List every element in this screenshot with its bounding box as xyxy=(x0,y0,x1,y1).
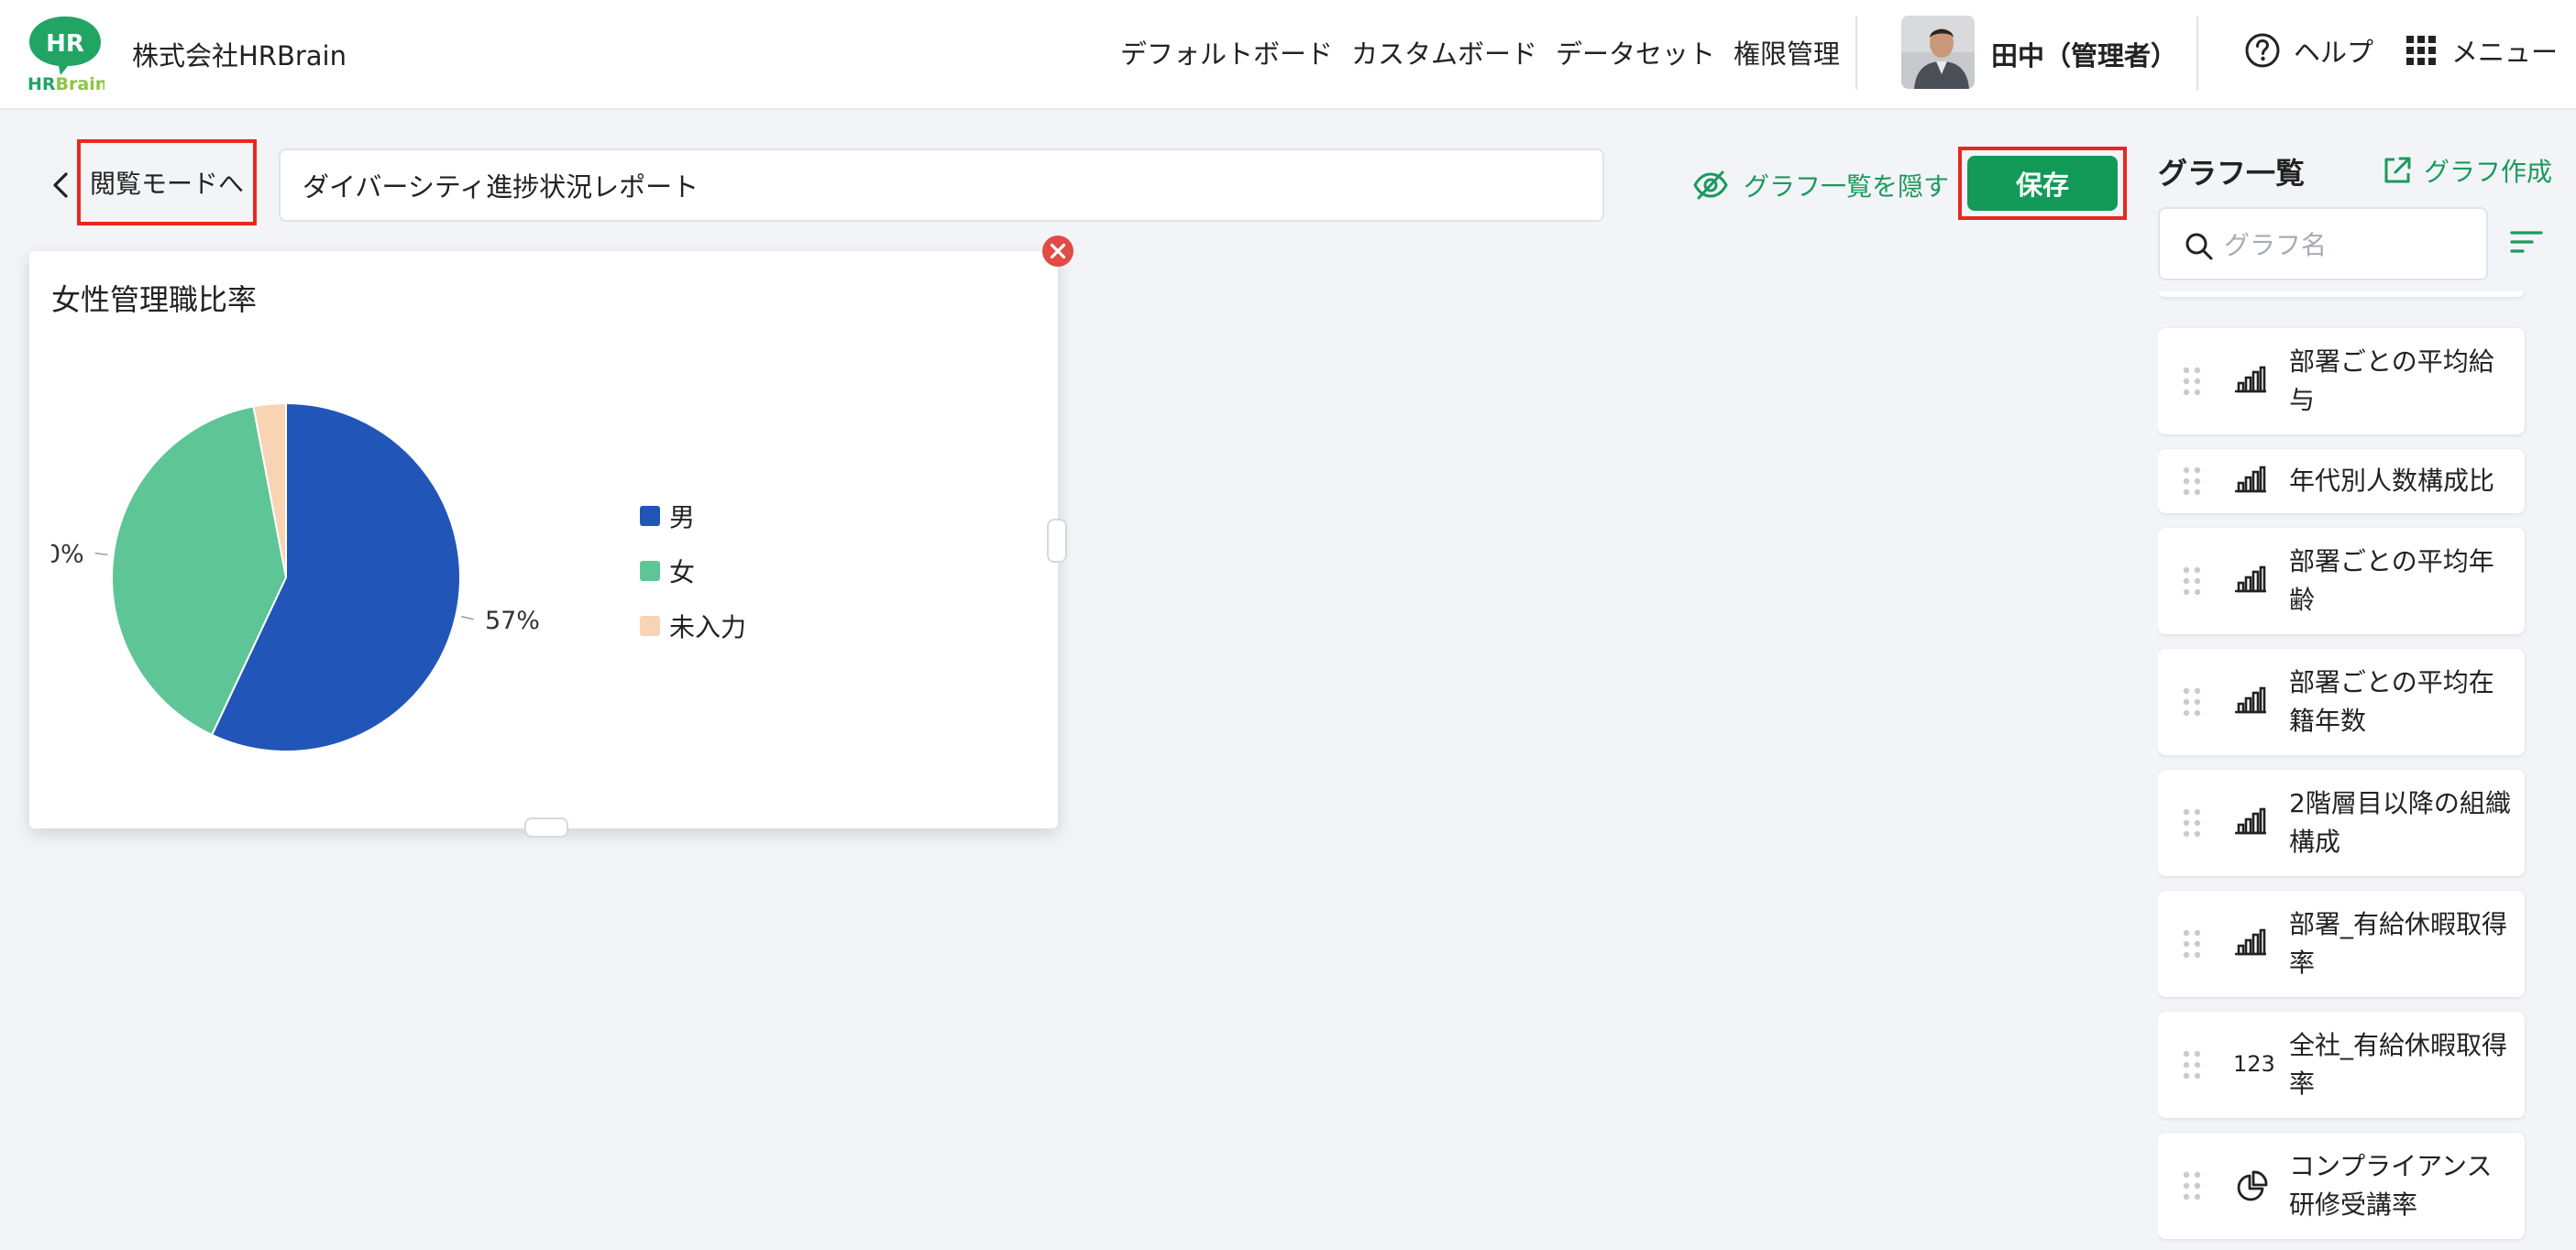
legend-item[interactable]: 未入力 xyxy=(640,612,746,642)
logo-top-text: HR xyxy=(46,30,84,58)
help-label: ヘルプ xyxy=(2294,37,2374,68)
graph-list-item[interactable]: 部署ごとの平均在籍年数 xyxy=(2158,649,2525,755)
legend-swatch xyxy=(640,506,660,526)
legend-label: 未入力 xyxy=(669,612,747,642)
bar-chart-icon xyxy=(2234,928,2267,959)
drag-handle-icon[interactable] xyxy=(2182,686,2202,721)
svg-text:HRBrain: HRBrain xyxy=(28,74,105,93)
user-name[interactable]: 田中（管理者） xyxy=(1991,35,2177,73)
user-avatar-icon xyxy=(1901,16,1975,89)
drag-handle-icon[interactable] xyxy=(2182,1049,2202,1084)
nav-permissions[interactable]: 権限管理 xyxy=(1734,33,1840,71)
nav-custom-board[interactable]: カスタムボード xyxy=(1351,33,1537,71)
bar-chart-icon xyxy=(2234,686,2267,718)
main-nav: デフォルトボード カスタムボード データセット 権限管理 xyxy=(1120,33,1840,71)
pie-label-line xyxy=(94,552,108,556)
menu-label: メニュー xyxy=(2451,37,2559,68)
hrbrain-logo[interactable]: HR HRBrain xyxy=(26,15,105,93)
bar-chart-icon xyxy=(2234,466,2267,497)
graph-list-item[interactable]: 123 全社_有給休暇取得率 xyxy=(2158,1012,2525,1118)
bar-chart-icon xyxy=(2234,565,2267,597)
menu-button[interactable]: メニュー xyxy=(2405,31,2558,70)
graph-list-item[interactable]: 年代別人数構成比 xyxy=(2158,449,2525,513)
pie-chart-icon xyxy=(2235,1170,2268,1207)
search-icon xyxy=(2185,233,2213,260)
graph-list-item-label: 年代別人数構成比 xyxy=(2289,466,2495,496)
graph-list-item[interactable]: 2階層目以降の組織構成 xyxy=(2158,770,2525,876)
app-header: HR HRBrain 株式会社HRBrain デフォルトボード カスタムボード … xyxy=(0,0,2576,110)
hide-graph-list-label: グラフ一覧を隠す xyxy=(1744,171,1950,202)
close-icon[interactable] xyxy=(1041,235,1074,268)
logo-hr-text: HR xyxy=(28,74,56,93)
graph-list-item-label: 部署ごとの平均年齢 xyxy=(2289,546,2494,615)
drag-handle-icon[interactable] xyxy=(2182,565,2202,600)
external-link-icon xyxy=(2384,157,2411,183)
header-divider xyxy=(1855,16,1857,90)
pie-chart: 57% 40% xyxy=(29,401,540,752)
legend-item[interactable]: 男 xyxy=(640,502,746,532)
chart-legend: 男 女 未入力 xyxy=(640,502,746,667)
search-input[interactable] xyxy=(2224,222,2471,268)
logo-brain-text: Brain xyxy=(56,74,105,93)
graph-list-title: グラフ一覧 xyxy=(2158,156,2306,191)
save-highlight: 保存 xyxy=(1958,147,2127,220)
avatar[interactable] xyxy=(1901,16,1975,89)
legend-item[interactable]: 女 xyxy=(640,557,746,587)
graph-list-item[interactable]: 部署ごとの平均給与 xyxy=(2158,328,2525,434)
legend-label: 男 xyxy=(669,502,696,532)
list-item xyxy=(2158,291,2525,297)
pie-data-label: 40% xyxy=(29,541,84,569)
company-name: 株式会社HRBrain xyxy=(132,40,347,71)
resize-handle-bottom[interactable] xyxy=(524,817,568,838)
nav-default-board[interactable]: デフォルトボード xyxy=(1120,33,1333,71)
drag-handle-icon[interactable] xyxy=(2182,807,2202,842)
pie-label-line xyxy=(461,616,475,620)
resize-handle-right[interactable] xyxy=(1047,519,1067,563)
sort-icon[interactable] xyxy=(2510,229,2543,257)
header-divider xyxy=(2196,16,2198,90)
drag-handle-icon[interactable] xyxy=(2182,366,2202,400)
graph-list-item[interactable]: 部署_有給休暇取得率 xyxy=(2158,891,2525,997)
help-circle-icon xyxy=(2245,33,2280,68)
help-link[interactable]: ヘルプ xyxy=(2244,31,2373,70)
graph-list-item-label: 部署ごとの平均給与 xyxy=(2289,346,2494,415)
create-graph-link[interactable]: グラフ作成 xyxy=(2382,152,2552,189)
graph-list-item-label: コンプライアンス研修受講率 xyxy=(2289,1151,2493,1220)
report-title-input[interactable] xyxy=(279,148,1604,222)
graph-list: 部署ごとの平均給与年代別人数構成比部署ごとの平均年齢 部署ごとの平均在籍年数 2階層… xyxy=(2158,291,2528,1250)
eye-slash-icon xyxy=(1693,170,1728,200)
bar-chart-icon xyxy=(2234,366,2267,397)
legend-label: 女 xyxy=(669,557,696,587)
chevron-left-icon[interactable] xyxy=(48,170,73,200)
nav-dataset[interactable]: データセット xyxy=(1556,33,1715,71)
graph-list-item-label: 部署_有給休暇取得率 xyxy=(2289,909,2508,978)
save-button[interactable]: 保存 xyxy=(1967,156,2118,211)
hide-graph-list-button[interactable]: グラフ一覧を隠す xyxy=(1692,167,1949,203)
drag-handle-icon[interactable] xyxy=(2182,928,2202,963)
graph-list-item[interactable]: 部署ごとの平均年齢 xyxy=(2158,528,2525,634)
bar-chart-icon xyxy=(2234,807,2267,839)
view-mode-button[interactable]: 閲覧モードへ xyxy=(77,139,257,225)
number-icon: 123 xyxy=(2233,1051,2275,1077)
legend-swatch xyxy=(640,616,660,636)
graph-search[interactable] xyxy=(2158,207,2488,280)
drag-handle-icon[interactable] xyxy=(2182,466,2202,500)
grid-menu-icon xyxy=(2406,36,2436,65)
pie-data-label: 57% xyxy=(485,607,540,635)
graph-list-item-label: 2階層目以降の組織構成 xyxy=(2289,788,2511,857)
legend-swatch xyxy=(640,561,660,581)
create-graph-label: グラフ作成 xyxy=(2424,157,2553,187)
graph-list-item[interactable]: コンプライアンス研修受講率 xyxy=(2158,1133,2525,1239)
graph-list-item-label: 全社_有給休暇取得率 xyxy=(2289,1030,2508,1099)
graph-list-item-label: 部署ごとの平均在籍年数 xyxy=(2289,667,2494,736)
drag-handle-icon[interactable] xyxy=(2182,1170,2202,1205)
